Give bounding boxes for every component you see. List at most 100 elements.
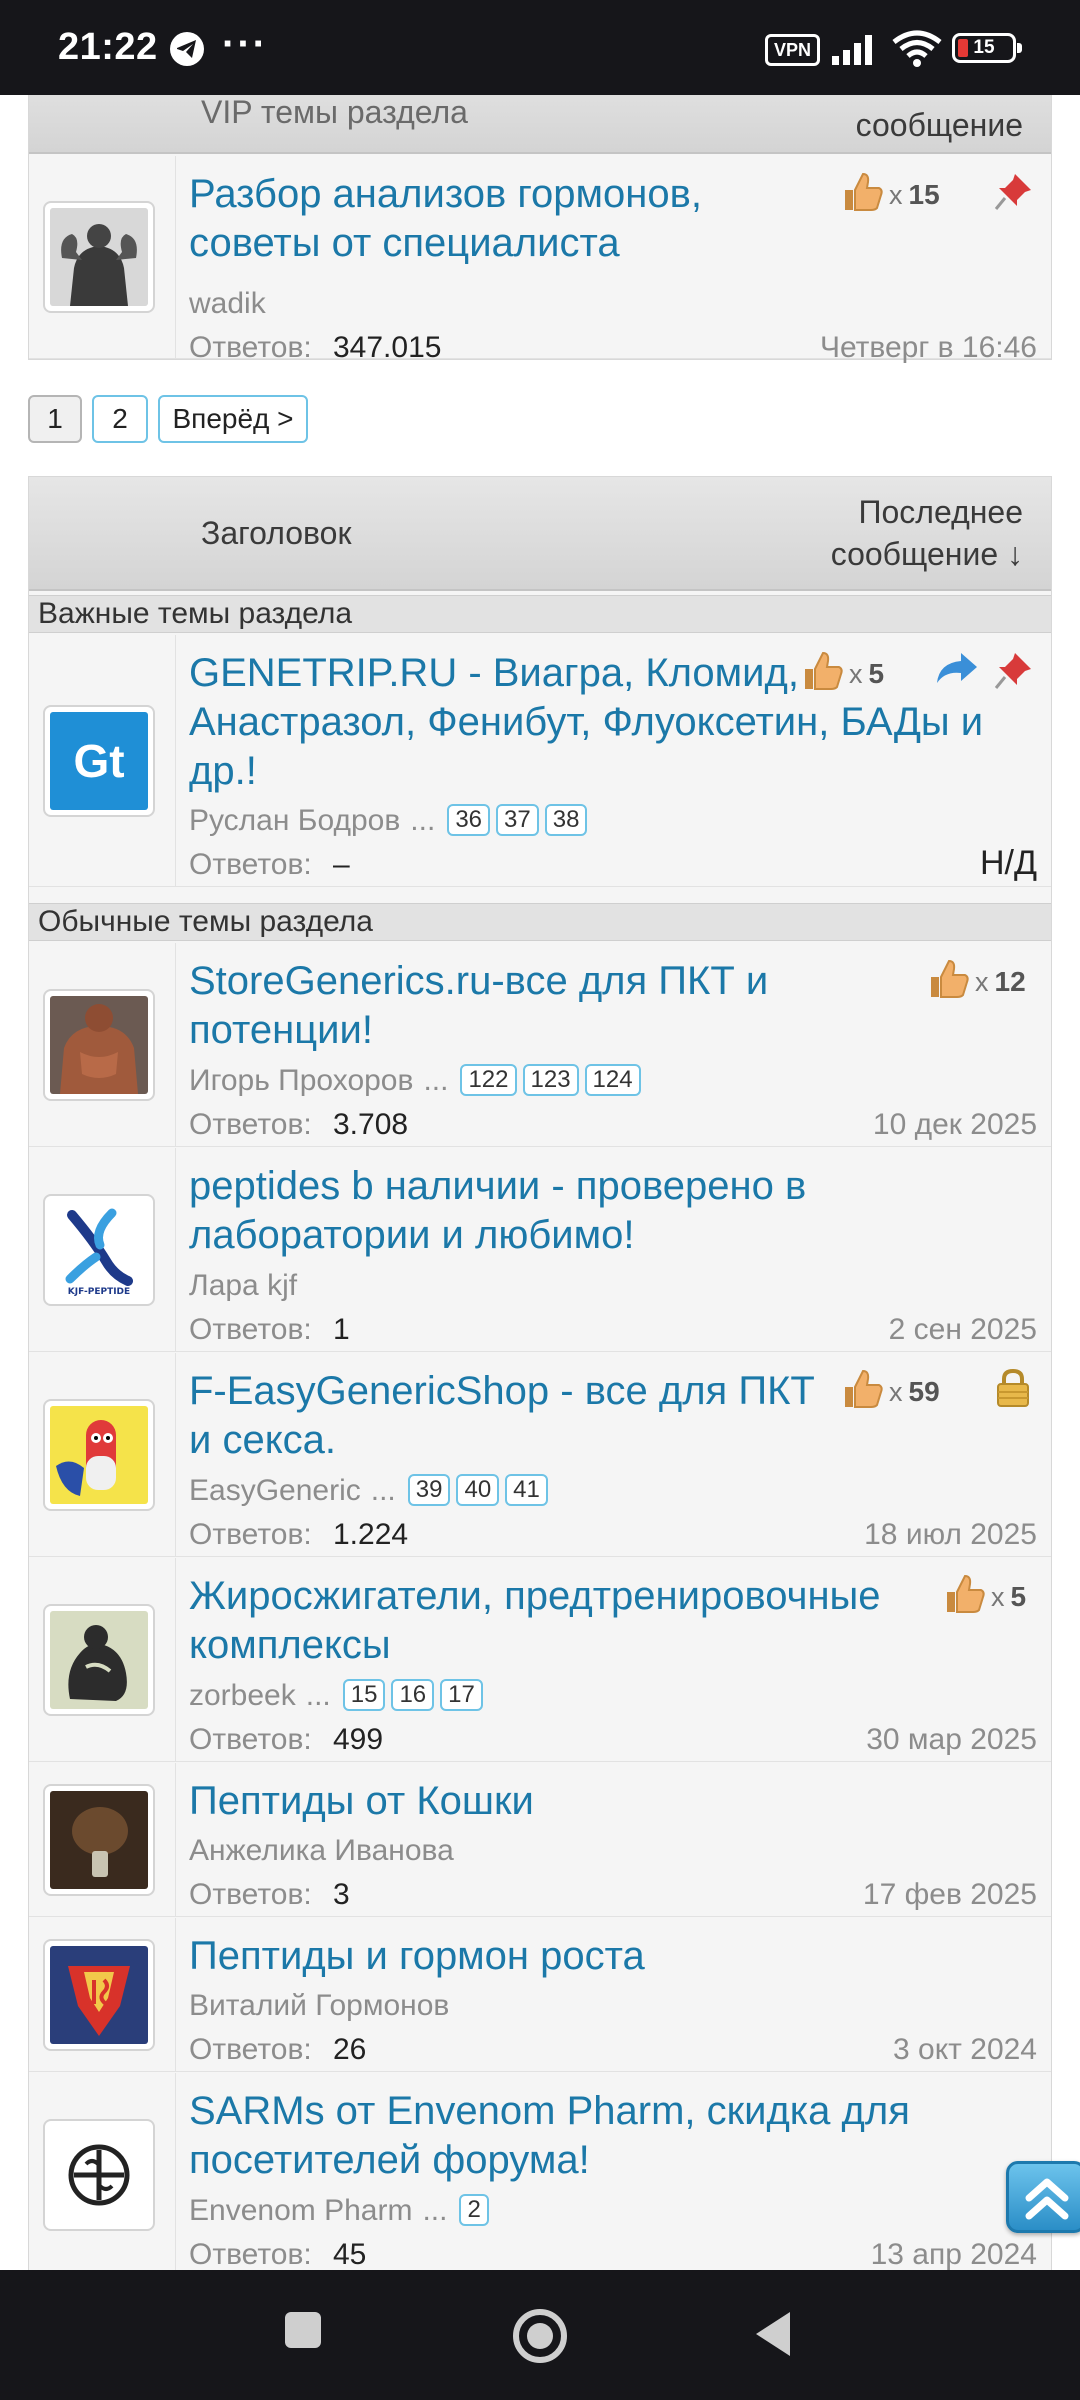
page-link[interactable]: 39	[407, 1474, 451, 1506]
thread-author[interactable]: wadik	[189, 286, 266, 322]
thread-author: EasyGeneric... 39 40 41	[189, 1473, 554, 1509]
replies-label: Ответов:	[189, 1108, 312, 1141]
thread-author: zorbeek... 15 16 17	[189, 1678, 489, 1714]
likes-counter: x5	[943, 1572, 1026, 1616]
pin-icon	[994, 653, 1031, 689]
last-post-date[interactable]: 18 июл 2025	[864, 1517, 1037, 1553]
thread-row[interactable]: Пептиды от Кошки Анжелика Иванова Ответо…	[29, 1763, 1051, 1917]
page-link[interactable]: 15	[342, 1679, 386, 1711]
telegram-icon	[170, 32, 204, 66]
threads-header: Заголовок Последнее сообщение ↓	[29, 477, 1051, 591]
scroll-to-top-button[interactable]	[1006, 2161, 1080, 2233]
thread-author[interactable]: Виталий Гормонов	[189, 1988, 449, 2024]
double-chevron-up-icon	[1025, 2178, 1069, 2220]
replies-count: 347.015	[333, 331, 442, 364]
page-link[interactable]: 36	[447, 804, 491, 836]
last-post-date[interactable]: 2 сен 2025	[889, 1312, 1037, 1348]
thread-row-vip[interactable]: Разбор анализов гормонов, советы от спец…	[29, 156, 1051, 364]
battery-icon: 15	[952, 33, 1022, 63]
likes-counter: x 15	[841, 170, 940, 214]
thread-row[interactable]: KJF-PEPTIDE peptides b наличии - провере…	[29, 1148, 1051, 1352]
last-post-date[interactable]: 30 мар 2025	[866, 1722, 1037, 1758]
next-page-button[interactable]: Вперёд >	[158, 395, 308, 443]
last-post-date[interactable]: 3 окт 2024	[893, 2032, 1037, 2068]
last-post-date[interactable]: 17 фев 2025	[863, 1877, 1037, 1913]
page-link[interactable]: 38	[544, 804, 588, 836]
last-post-date[interactable]: 10 дек 2025	[873, 1107, 1037, 1143]
thumbs-up-icon	[947, 1574, 985, 1613]
thread-title[interactable]: StoreGenerics.ru-все для ПКТ и потенции!	[189, 957, 768, 1055]
replies-count: –	[333, 848, 350, 881]
last-post-date[interactable]: 13 апр 2024	[871, 2237, 1037, 2270]
thumbs-up-icon	[931, 959, 969, 998]
thread-row[interactable]: StoreGenerics.ru-все для ПКТ и потенции!…	[29, 943, 1051, 1147]
avatar[interactable]: Gt	[43, 705, 155, 817]
avatar[interactable]	[43, 1399, 155, 1511]
thread-title[interactable]: peptides b наличии - проверено в лаборат…	[189, 1162, 806, 1260]
thread-title[interactable]: F-EasyGenericShop - все для ПКТ и секса.	[189, 1367, 815, 1465]
thread-title[interactable]: SARMs от Envenom Pharm, скидка для посет…	[189, 2087, 910, 2185]
page-link[interactable]: 2	[459, 2194, 489, 2226]
replies-count: 3	[333, 1878, 350, 1911]
avatar[interactable]	[43, 989, 155, 1101]
thread-title[interactable]: Пептиды от Кошки	[189, 1777, 534, 1826]
avatar[interactable]	[43, 1784, 155, 1896]
page-link[interactable]: 17	[440, 1679, 483, 1711]
group-regular: Обычные темы раздела	[29, 903, 1051, 941]
replies-count: 499	[333, 1723, 384, 1756]
thumbs-up-icon	[845, 1369, 883, 1408]
vip-last-post-header: сообщение	[855, 107, 1023, 143]
replies-count: 45	[333, 2238, 367, 2270]
avatar[interactable]: KJF-PEPTIDE	[43, 1194, 155, 1306]
home-button[interactable]	[510, 2306, 570, 2366]
system-nav-bar	[0, 2270, 1080, 2400]
title-column-header[interactable]: Заголовок	[201, 515, 351, 552]
page-link[interactable]: 123	[522, 1064, 579, 1096]
last-post-date[interactable]: Четверг в 16:46	[820, 330, 1037, 366]
page-link[interactable]: 124	[584, 1064, 641, 1096]
replies-count: 26	[333, 2033, 367, 2066]
thread-row[interactable]: SARMs от Envenom Pharm, скидка для посет…	[29, 2073, 1051, 2270]
page-link[interactable]: 122	[460, 1064, 517, 1096]
avatar[interactable]	[43, 201, 155, 313]
avatar[interactable]	[43, 1939, 155, 2051]
thread-author: Игорь Прохоров... 122 123 124	[189, 1063, 647, 1099]
thread-author: Envenom Pharm... 2	[189, 2193, 495, 2229]
avatar[interactable]	[43, 1604, 155, 1716]
battery-level: 15	[973, 37, 995, 58]
replies-label: Ответов:	[189, 1723, 312, 1756]
thread-row[interactable]: F-EasyGenericShop - все для ПКТ и секса.…	[29, 1353, 1051, 1557]
lock-icon	[997, 1368, 1029, 1407]
replies-label: Ответов:	[189, 1518, 312, 1551]
page-1-button[interactable]: 1	[28, 395, 82, 443]
last-post-date: Н/Д	[979, 844, 1037, 882]
redirect-icon	[937, 653, 977, 683]
page-link[interactable]: 16	[391, 1679, 435, 1711]
forum-page: VIP темы раздела сообщение Разбор анализ…	[0, 95, 1080, 2270]
thread-title[interactable]: Разбор анализов гормонов, советы от спец…	[189, 170, 702, 268]
thread-row[interactable]: Жиросжигатели, предтренировочные комплек…	[29, 1558, 1051, 1762]
thread-author[interactable]: Анжелика Иванова	[189, 1833, 454, 1869]
replies-count: 1	[333, 1313, 350, 1346]
page-link[interactable]: 41	[505, 1474, 548, 1506]
replies-label: Ответов:	[189, 1878, 312, 1911]
status-bar: 21:22 ··· VPN 15	[0, 0, 1080, 95]
page-2-button[interactable]: 2	[92, 395, 148, 443]
thread-row[interactable]: Gt GENETRIP.RU - Виагра, Кломид, Анастра…	[29, 635, 1051, 887]
thread-row[interactable]: Пептиды и гормон роста Виталий Гормонов …	[29, 1918, 1051, 2072]
thumbs-up-icon	[845, 172, 883, 211]
vip-threads-block: VIP темы раздела сообщение Разбор анализ…	[28, 95, 1052, 364]
recents-button[interactable]	[283, 2310, 323, 2350]
thread-title[interactable]: Пептиды и гормон роста	[189, 1932, 645, 1981]
thread-author[interactable]: Лара kjf	[189, 1268, 297, 1304]
page-link[interactable]: 40	[456, 1474, 500, 1506]
group-important: Важные темы раздела	[29, 595, 1051, 633]
back-button[interactable]	[754, 2310, 794, 2358]
avatar[interactable]	[43, 2119, 155, 2231]
vip-header: VIP темы раздела сообщение	[29, 95, 1051, 154]
last-post-column-header[interactable]: Последнее сообщение ↓	[831, 491, 1023, 575]
thread-title[interactable]: Жиросжигатели, предтренировочные комплек…	[189, 1572, 881, 1670]
page-link[interactable]: 37	[496, 804, 539, 836]
replies-label: Ответов:	[189, 1313, 312, 1346]
thumbs-up-icon	[805, 651, 843, 690]
